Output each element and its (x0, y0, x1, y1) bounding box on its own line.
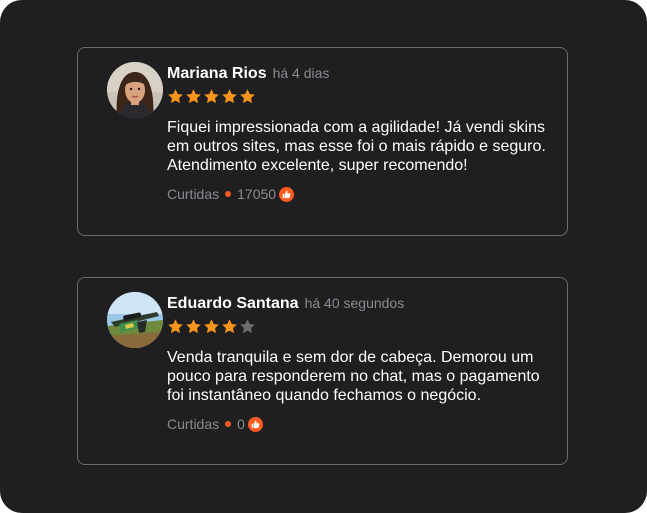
likes-count: 17050 (237, 186, 277, 202)
review-card: Mariana Rios há 4 dias Fiquei impression… (77, 47, 568, 236)
avatar[interactable] (107, 62, 163, 118)
likes-row: Curtidas 17050 (167, 185, 551, 203)
likes-row: Curtidas 0 (167, 415, 551, 433)
woman-portrait-avatar-icon (107, 62, 163, 118)
review-text: Fiquei impressionada com a agilidade! Já… (167, 119, 546, 174)
star-rating (167, 88, 551, 106)
star-filled-icon (204, 319, 219, 334)
thumbs-up-icon[interactable] (247, 416, 263, 432)
star-filled-icon (168, 319, 183, 334)
review-text: Venda tranquila e sem dor de cabeça. Dem… (167, 349, 540, 404)
star-filled-icon (240, 89, 255, 104)
reviews-panel: Mariana Rios há 4 dias Fiquei impression… (0, 0, 647, 513)
star-filled-icon (186, 89, 201, 104)
review-time: há 40 segundos (304, 295, 405, 311)
star-filled-icon (222, 319, 237, 334)
likes-label: Curtidas (167, 186, 220, 202)
sniper-rifle-skin-avatar-icon (107, 292, 163, 348)
review-time: há 4 dias (272, 65, 330, 81)
star-filled-icon (222, 89, 237, 104)
likes-count: 0 (237, 416, 245, 432)
reviewer-name: Mariana Rios (167, 65, 267, 82)
review-card: Eduardo Santana há 40 segundos Venda tra… (77, 277, 568, 465)
thumbs-up-icon[interactable] (279, 186, 295, 202)
likes-label: Curtidas (167, 416, 220, 432)
avatar[interactable] (107, 292, 163, 348)
star-filled-icon (186, 319, 201, 334)
star-empty-icon (240, 319, 255, 334)
separator-dot (225, 421, 232, 427)
reviewer-name: Eduardo Santana (167, 295, 299, 312)
star-rating (167, 318, 551, 336)
separator-dot (225, 191, 232, 197)
star-filled-icon (168, 89, 183, 104)
star-filled-icon (204, 89, 219, 104)
